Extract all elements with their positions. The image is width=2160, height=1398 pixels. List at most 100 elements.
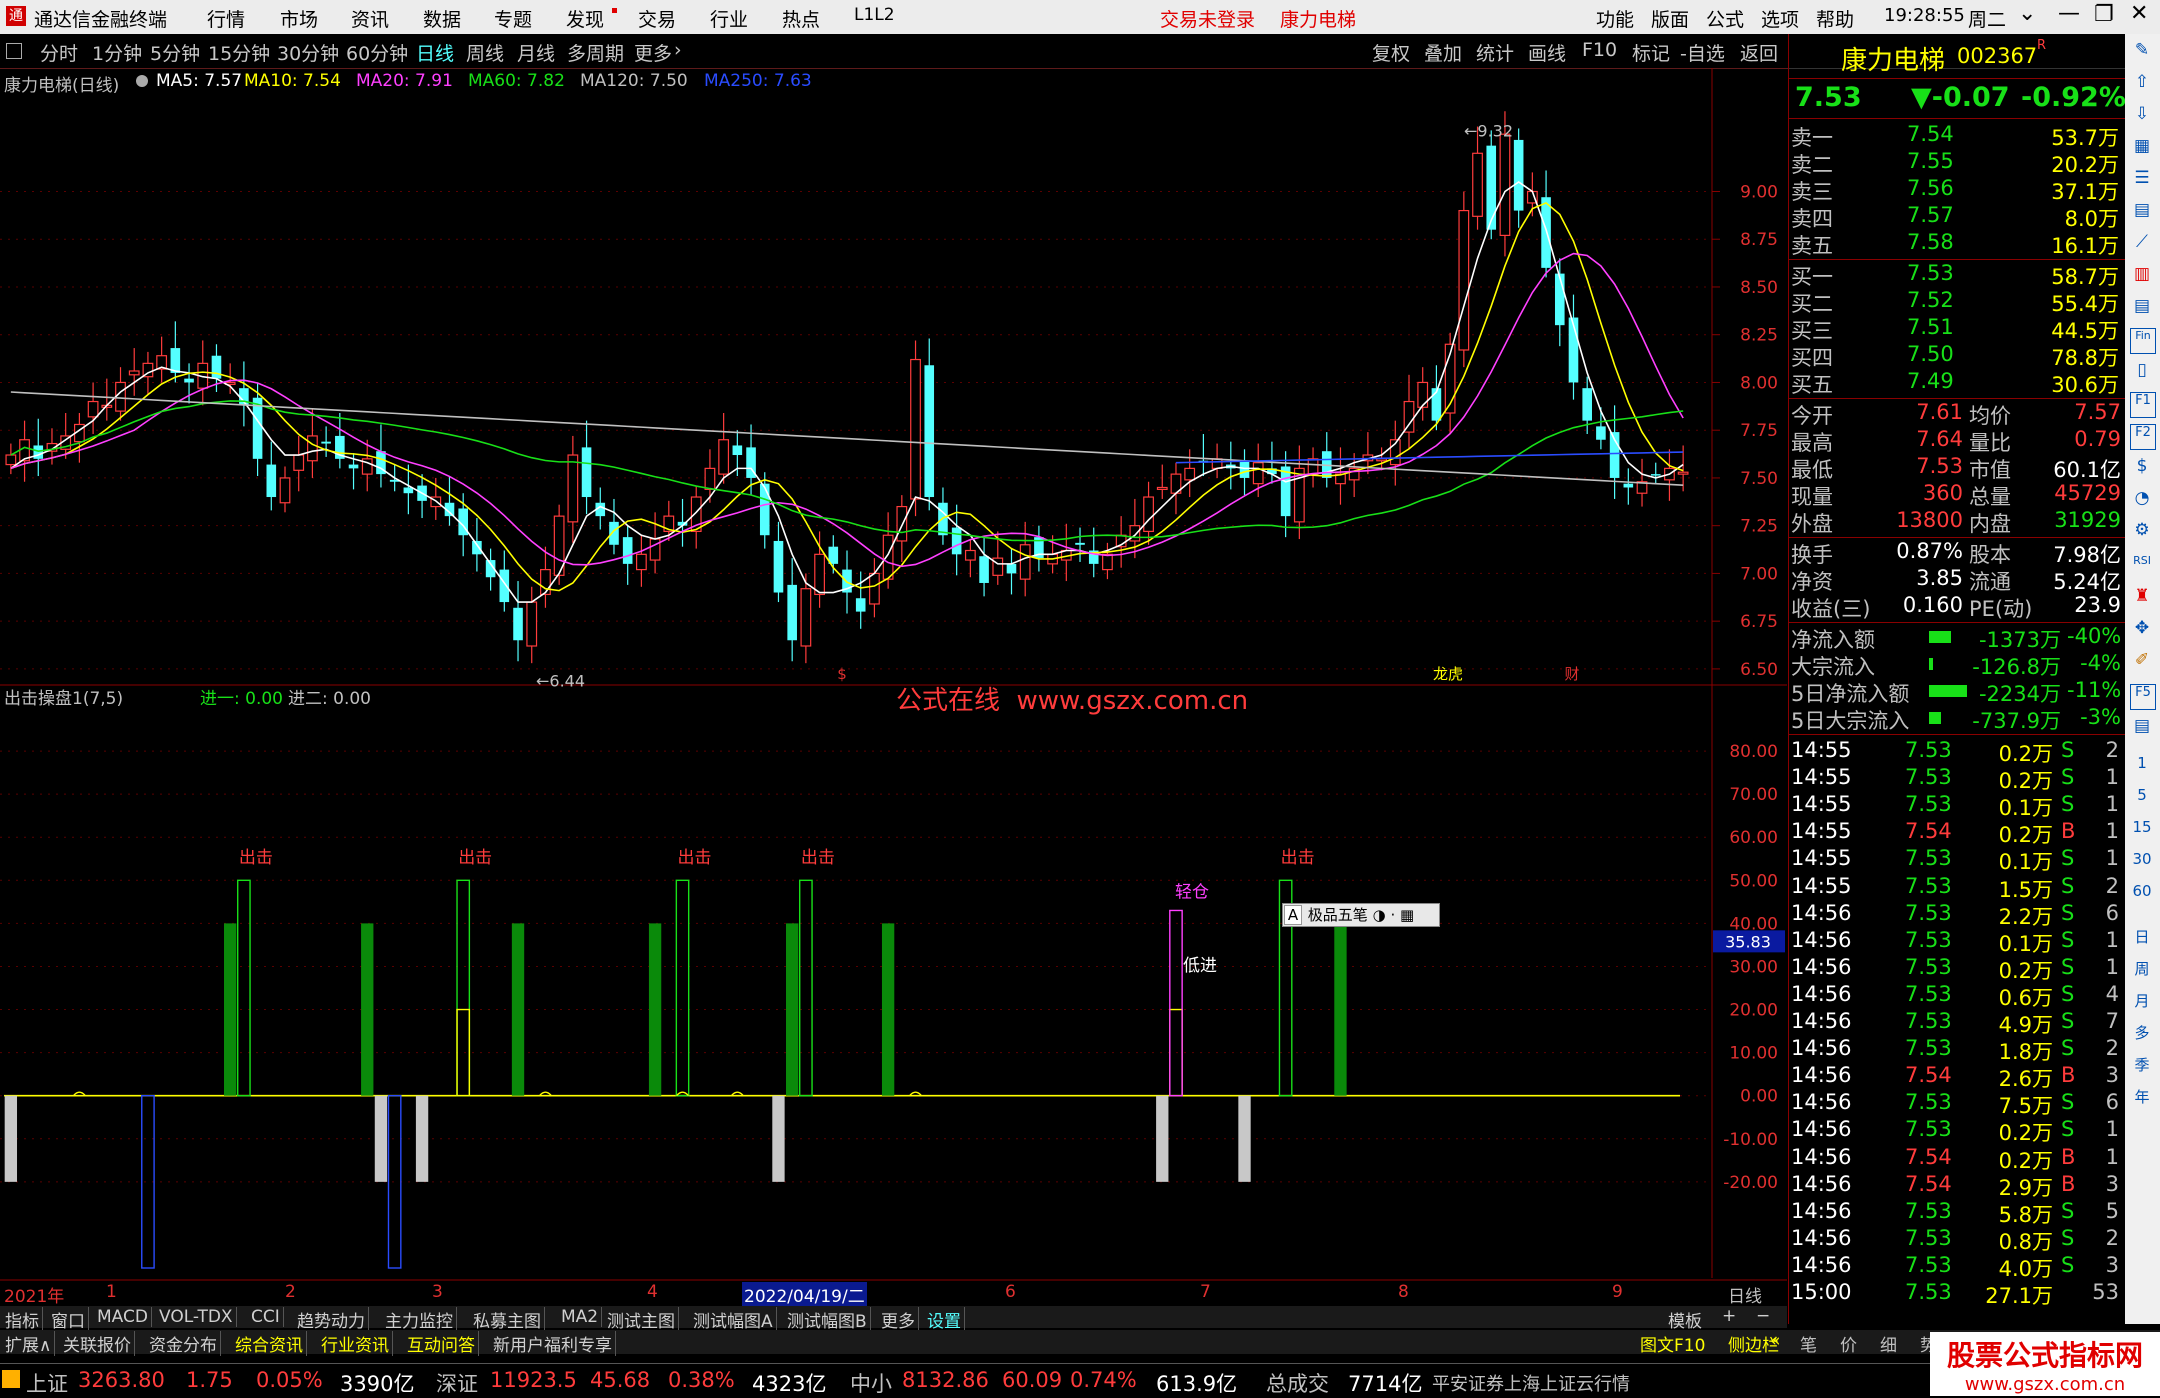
notebook-icon[interactable]: ✎	[2130, 40, 2154, 64]
grid-icon[interactable]: ▦	[2130, 136, 2154, 160]
period-tab-30min[interactable]: 30分钟	[277, 39, 339, 66]
f5-icon[interactable]: F5	[2130, 684, 2156, 710]
period-tab-fenshi[interactable]: 分时	[40, 39, 78, 66]
window-minimize-icon[interactable]: —	[2058, 1, 2080, 26]
period-tab-weekly[interactable]: 周线	[466, 39, 504, 66]
doc-icon[interactable]: ▯	[2130, 360, 2154, 384]
stat-row[interactable]: 最低 7.53 市值 60.1亿	[1789, 454, 2125, 482]
bid-row[interactable]: 买二 7.52 55.4万	[1789, 288, 2125, 316]
indicator-tab[interactable]: 窗口	[48, 1307, 89, 1332]
btn-remove-watch[interactable]: -自选	[1680, 39, 1725, 66]
period-icon[interactable]: 1	[2130, 754, 2154, 778]
menu-item-topics[interactable]: 专题	[494, 5, 532, 32]
period-icon[interactable]: 多	[2130, 1022, 2154, 1046]
period-icon[interactable]: 周	[2130, 958, 2154, 982]
period-tab-1min[interactable]: 1分钟	[92, 39, 142, 66]
flow-row[interactable]: 5日净流入额 -2234万 -11%	[1789, 678, 2125, 706]
arrow-down-icon[interactable]: ⇩	[2130, 104, 2154, 128]
bid-row[interactable]: 买五 7.49 30.6万	[1789, 369, 2125, 397]
menu-item-quotes[interactable]: 行情	[207, 5, 245, 32]
kline-chart[interactable]: 9.00 8.75 8.50 8.25 8.00 7.75 7.50 7.25 7.00 6.75…	[0, 68, 1787, 1318]
menu-item-help[interactable]: 帮助	[1816, 5, 1854, 32]
period-icon[interactable]: 月	[2130, 990, 2154, 1014]
period-icon[interactable]: 年	[2130, 1086, 2154, 1110]
f1-icon[interactable]: F1	[2130, 392, 2156, 418]
sidebar-chevron-icon[interactable]: «	[1770, 1331, 1780, 1351]
ask-row[interactable]: 卖四 7.57 8.0万	[1789, 203, 2125, 231]
indicator-tab[interactable]: MACD	[94, 1307, 152, 1327]
sh-label[interactable]: 上证	[26, 1368, 68, 1398]
ask-row[interactable]: 卖五 7.58 16.1万	[1789, 230, 2125, 258]
chevron-right-icon[interactable]: ›	[674, 39, 682, 61]
info-tab[interactable]: 综合资讯	[232, 1331, 307, 1356]
indicator-tab[interactable]: 测试主图	[604, 1307, 679, 1332]
f2-icon[interactable]: F2	[2130, 424, 2156, 450]
indicator-tab[interactable]: VOL-TDX	[156, 1307, 237, 1327]
period-tab-monthly[interactable]: 月线	[517, 39, 555, 66]
btn-draw[interactable]: 画线	[1528, 39, 1566, 66]
indicator-tab[interactable]: 指标	[2, 1307, 43, 1332]
arrow-up-icon[interactable]: ⇧	[2130, 72, 2154, 96]
ime-dot-icon[interactable]: ·	[1390, 906, 1395, 924]
btn-overlay[interactable]: 叠加	[1424, 39, 1462, 66]
menu-item-options[interactable]: 选项	[1761, 5, 1799, 32]
minus-icon[interactable]: −	[1756, 1306, 1770, 1326]
candle-icon[interactable]: ▥	[2130, 264, 2154, 288]
indicator-tab[interactable]: 更多	[878, 1307, 919, 1332]
period-icon[interactable]: 日	[2130, 926, 2154, 950]
btn-stats[interactable]: 统计	[1476, 39, 1514, 66]
indicator-tab[interactable]: 测试幅图A	[690, 1307, 777, 1332]
fin-icon[interactable]: Fin	[2130, 328, 2156, 354]
pie-icon[interactable]: ◔	[2130, 488, 2154, 512]
ime-popup[interactable]: A 极品五笔 ◑ · ▦	[1282, 903, 1440, 927]
stat-row[interactable]: 净资 3.85 流通 5.24亿	[1789, 566, 2125, 594]
tab-template[interactable]: 模板	[1668, 1307, 1702, 1332]
indicator-tab[interactable]: 主力监控	[382, 1307, 457, 1332]
gear-icon[interactable]: ⚙	[2130, 520, 2154, 544]
menu-item-layout[interactable]: 版面	[1651, 5, 1689, 32]
info-tab[interactable]: 扩展∧	[2, 1331, 56, 1356]
move-icon[interactable]: ✥	[2130, 618, 2154, 642]
chart-icon[interactable]: ▤	[2130, 200, 2154, 224]
tab-jia[interactable]: 价	[1840, 1331, 1857, 1356]
menu-item-trade[interactable]: 交易	[638, 5, 676, 32]
info-tab[interactable]: 新用户福利专享	[490, 1331, 616, 1356]
ime-moon-icon[interactable]: ◑	[1373, 906, 1386, 924]
tab-bi[interactable]: 笔	[1800, 1331, 1817, 1356]
ime-keyboard-icon[interactable]: ▦	[1400, 906, 1414, 924]
btn-back[interactable]: 返回	[1740, 39, 1778, 66]
indicator-tab[interactable]: 测试幅图B	[784, 1307, 871, 1332]
list-icon[interactable]: ☰	[2130, 168, 2154, 192]
window-close-icon[interactable]: ✕	[2130, 1, 2148, 26]
menu-item-data[interactable]: 数据	[423, 5, 461, 32]
flow-row[interactable]: 净流入额 -1373万 -40%	[1789, 624, 2125, 652]
menu-item-industry[interactable]: 行业	[710, 5, 748, 32]
ask-row[interactable]: 卖一 7.54 53.7万	[1789, 122, 2125, 150]
btn-adjust[interactable]: 复权	[1372, 39, 1410, 66]
info-tab[interactable]: 行业资讯	[318, 1331, 393, 1356]
indicator-tab[interactable]: 趋势动力	[294, 1307, 369, 1332]
menu-item-hot[interactable]: 热点	[782, 5, 820, 32]
ask-row[interactable]: 卖二 7.55 20.2万	[1789, 149, 2125, 177]
lock-icon[interactable]: ♜	[2130, 586, 2154, 610]
period-icon[interactable]: 15	[2130, 818, 2154, 842]
period-tab-15min[interactable]: 15分钟	[208, 39, 270, 66]
sz-label[interactable]: 深证	[436, 1368, 478, 1398]
tab-xi[interactable]: 细	[1880, 1331, 1897, 1356]
menu-item-market[interactable]: 市场	[280, 5, 318, 32]
bid-row[interactable]: 买一 7.53 58.7万	[1789, 261, 2125, 289]
period-tab-5min[interactable]: 5分钟	[150, 39, 200, 66]
flow-row[interactable]: 大宗流入 -126.8万 -4%	[1789, 651, 2125, 679]
flow-row[interactable]: 5日大宗流入 -737.9万 -3%	[1789, 705, 2125, 733]
info-tab[interactable]: 关联报价	[60, 1331, 135, 1356]
stat-row[interactable]: 现量 360 总量 45729	[1789, 481, 2125, 509]
table-icon[interactable]: ▤	[2130, 296, 2154, 320]
dollar-icon[interactable]: $	[2130, 456, 2154, 480]
period-icon[interactable]: 60	[2130, 882, 2154, 906]
info-tab[interactable]: 互动问答	[404, 1331, 479, 1356]
menu-item-l1l2[interactable]: L1L2	[854, 5, 895, 25]
period-icon[interactable]: 季	[2130, 1054, 2154, 1078]
indicator-tab[interactable]: CCI	[248, 1307, 284, 1327]
period-tab-multi[interactable]: 多周期	[567, 39, 624, 66]
bid-row[interactable]: 买三 7.51 44.5万	[1789, 315, 2125, 343]
